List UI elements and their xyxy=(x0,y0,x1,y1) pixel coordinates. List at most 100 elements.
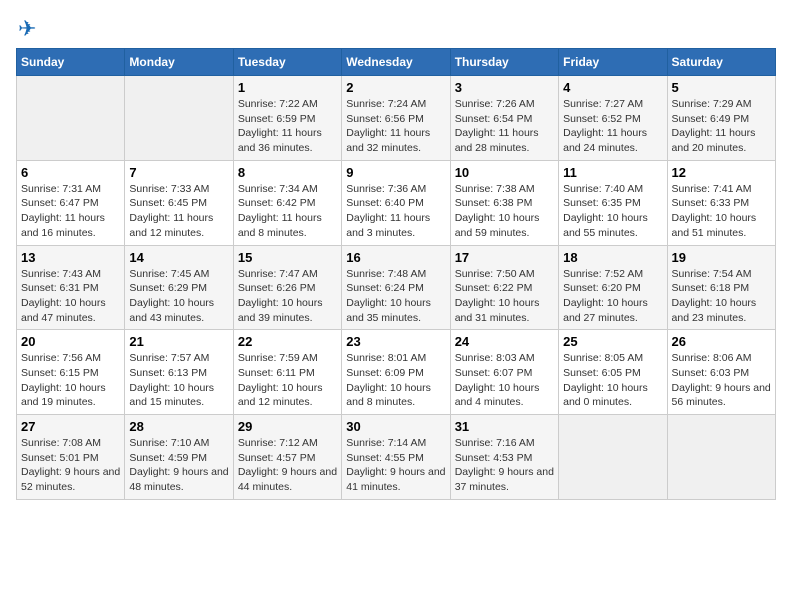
day-number: 12 xyxy=(672,165,771,180)
calendar-cell: 1Sunrise: 7:22 AM Sunset: 6:59 PM Daylig… xyxy=(233,76,341,161)
calendar-cell: 18Sunrise: 7:52 AM Sunset: 6:20 PM Dayli… xyxy=(559,245,667,330)
calendar-cell: 27 Sunrise: 7:08 AM Sunset: 5:01 PM Dayli… xyxy=(17,415,125,500)
day-info: Sunrise: 7:43 AM Sunset: 6:31 PM Dayligh… xyxy=(21,267,120,326)
calendar-cell: 5 Sunrise: 7:29 AM Sunset: 6:49 PM Daylig… xyxy=(667,76,775,161)
day-info: Sunrise: 7:14 AM Sunset: 4:55 PM Dayligh… xyxy=(346,436,445,495)
day-number: 5 xyxy=(672,80,771,95)
day-info: Sunrise: 7:34 AM Sunset: 6:42 PM Dayligh… xyxy=(238,182,337,241)
day-number: 10 xyxy=(455,165,554,180)
day-header-thursday: Thursday xyxy=(450,49,558,76)
week-row-1: 1Sunrise: 7:22 AM Sunset: 6:59 PM Daylig… xyxy=(17,76,776,161)
day-number: 27 xyxy=(21,419,120,434)
day-info: Sunrise: 7:33 AM Sunset: 6:45 PM Dayligh… xyxy=(129,182,228,241)
day-info: Sunrise: 7:29 AM Sunset: 6:49 PM Dayligh… xyxy=(672,97,771,156)
day-info: Sunrise: 7:16 AM Sunset: 4:53 PM Dayligh… xyxy=(455,436,554,495)
day-info: Sunrise: 7:41 AM Sunset: 6:33 PM Dayligh… xyxy=(672,182,771,241)
week-row-2: 6 Sunrise: 7:31 AM Sunset: 6:47 PM Daylig… xyxy=(17,160,776,245)
day-info: Sunrise: 7:56 AM Sunset: 6:15 PM Dayligh… xyxy=(21,351,120,410)
day-number: 18 xyxy=(563,250,662,265)
day-info: Sunrise: 7:59 AM Sunset: 6:11 PM Dayligh… xyxy=(238,351,337,410)
logo: ✈ xyxy=(16,16,36,38)
day-info: Sunrise: 7:48 AM Sunset: 6:24 PM Dayligh… xyxy=(346,267,445,326)
day-info: Sunrise: 7:26 AM Sunset: 6:54 PM Dayligh… xyxy=(455,97,554,156)
day-info: Sunrise: 7:50 AM Sunset: 6:22 PM Dayligh… xyxy=(455,267,554,326)
day-info: Sunrise: 7:12 AM Sunset: 4:57 PM Dayligh… xyxy=(238,436,337,495)
calendar-cell xyxy=(125,76,233,161)
day-info: Sunrise: 7:22 AM Sunset: 6:59 PM Dayligh… xyxy=(238,97,337,156)
day-number: 30 xyxy=(346,419,445,434)
day-number: 19 xyxy=(672,250,771,265)
calendar-cell: 26 Sunrise: 8:06 AM Sunset: 6:03 PM Dayli… xyxy=(667,330,775,415)
calendar-cell: 11Sunrise: 7:40 AM Sunset: 6:35 PM Dayli… xyxy=(559,160,667,245)
day-info: Sunrise: 7:54 AM Sunset: 6:18 PM Dayligh… xyxy=(672,267,771,326)
day-number: 23 xyxy=(346,334,445,349)
day-number: 4 xyxy=(563,80,662,95)
day-info: Sunrise: 7:36 AM Sunset: 6:40 PM Dayligh… xyxy=(346,182,445,241)
calendar-table: SundayMondayTuesdayWednesdayThursdayFrid… xyxy=(16,48,776,500)
calendar-cell: 3 Sunrise: 7:26 AM Sunset: 6:54 PM Daylig… xyxy=(450,76,558,161)
calendar-cell xyxy=(17,76,125,161)
day-header-monday: Monday xyxy=(125,49,233,76)
day-info: Sunrise: 8:01 AM Sunset: 6:09 PM Dayligh… xyxy=(346,351,445,410)
day-info: Sunrise: 7:45 AM Sunset: 6:29 PM Dayligh… xyxy=(129,267,228,326)
calendar-cell: 4 Sunrise: 7:27 AM Sunset: 6:52 PM Daylig… xyxy=(559,76,667,161)
calendar-cell: 29 Sunrise: 7:12 AM Sunset: 4:57 PM Dayli… xyxy=(233,415,341,500)
day-number: 29 xyxy=(238,419,337,434)
calendar-cell: 28 Sunrise: 7:10 AM Sunset: 4:59 PM Dayli… xyxy=(125,415,233,500)
calendar-cell: 17 Sunrise: 7:50 AM Sunset: 6:22 PM Dayli… xyxy=(450,245,558,330)
calendar-cell: 16 Sunrise: 7:48 AM Sunset: 6:24 PM Dayli… xyxy=(342,245,450,330)
day-info: Sunrise: 8:03 AM Sunset: 6:07 PM Dayligh… xyxy=(455,351,554,410)
day-number: 13 xyxy=(21,250,120,265)
day-number: 6 xyxy=(21,165,120,180)
day-number: 25 xyxy=(563,334,662,349)
day-info: Sunrise: 7:57 AM Sunset: 6:13 PM Dayligh… xyxy=(129,351,228,410)
week-row-4: 20Sunrise: 7:56 AM Sunset: 6:15 PM Dayli… xyxy=(17,330,776,415)
calendar-cell: 19 Sunrise: 7:54 AM Sunset: 6:18 PM Dayli… xyxy=(667,245,775,330)
calendar-cell: 12 Sunrise: 7:41 AM Sunset: 6:33 PM Dayli… xyxy=(667,160,775,245)
day-number: 3 xyxy=(455,80,554,95)
calendar-cell: 22 Sunrise: 7:59 AM Sunset: 6:11 PM Dayli… xyxy=(233,330,341,415)
day-info: Sunrise: 7:47 AM Sunset: 6:26 PM Dayligh… xyxy=(238,267,337,326)
day-info: Sunrise: 7:40 AM Sunset: 6:35 PM Dayligh… xyxy=(563,182,662,241)
day-info: Sunrise: 7:31 AM Sunset: 6:47 PM Dayligh… xyxy=(21,182,120,241)
calendar-cell: 10Sunrise: 7:38 AM Sunset: 6:38 PM Dayli… xyxy=(450,160,558,245)
week-row-3: 13 Sunrise: 7:43 AM Sunset: 6:31 PM Dayli… xyxy=(17,245,776,330)
calendar-cell xyxy=(559,415,667,500)
day-header-wednesday: Wednesday xyxy=(342,49,450,76)
day-number: 16 xyxy=(346,250,445,265)
day-info: Sunrise: 7:10 AM Sunset: 4:59 PM Dayligh… xyxy=(129,436,228,495)
calendar-cell: 24 Sunrise: 8:03 AM Sunset: 6:07 PM Dayli… xyxy=(450,330,558,415)
day-number: 7 xyxy=(129,165,228,180)
calendar-cell: 25 Sunrise: 8:05 AM Sunset: 6:05 PM Dayli… xyxy=(559,330,667,415)
week-row-5: 27 Sunrise: 7:08 AM Sunset: 5:01 PM Dayli… xyxy=(17,415,776,500)
day-number: 2 xyxy=(346,80,445,95)
calendar-cell: 15Sunrise: 7:47 AM Sunset: 6:26 PM Dayli… xyxy=(233,245,341,330)
day-number: 14 xyxy=(129,250,228,265)
calendar-cell: 9 Sunrise: 7:36 AM Sunset: 6:40 PM Daylig… xyxy=(342,160,450,245)
day-header-sunday: Sunday xyxy=(17,49,125,76)
calendar-cell: 14 Sunrise: 7:45 AM Sunset: 6:29 PM Dayli… xyxy=(125,245,233,330)
logo-bird-icon: ✈ xyxy=(18,16,36,42)
day-number: 9 xyxy=(346,165,445,180)
day-number: 24 xyxy=(455,334,554,349)
calendar-cell: 8 Sunrise: 7:34 AM Sunset: 6:42 PM Daylig… xyxy=(233,160,341,245)
calendar-cell: 23 Sunrise: 8:01 AM Sunset: 6:09 PM Dayli… xyxy=(342,330,450,415)
days-header-row: SundayMondayTuesdayWednesdayThursdayFrid… xyxy=(17,49,776,76)
day-number: 17 xyxy=(455,250,554,265)
calendar-cell xyxy=(667,415,775,500)
day-number: 22 xyxy=(238,334,337,349)
calendar-cell: 2Sunrise: 7:24 AM Sunset: 6:56 PM Daylig… xyxy=(342,76,450,161)
day-info: Sunrise: 8:06 AM Sunset: 6:03 PM Dayligh… xyxy=(672,351,771,410)
day-header-tuesday: Tuesday xyxy=(233,49,341,76)
day-info: Sunrise: 7:08 AM Sunset: 5:01 PM Dayligh… xyxy=(21,436,120,495)
day-number: 26 xyxy=(672,334,771,349)
day-info: Sunrise: 8:05 AM Sunset: 6:05 PM Dayligh… xyxy=(563,351,662,410)
day-number: 28 xyxy=(129,419,228,434)
calendar-cell: 13 Sunrise: 7:43 AM Sunset: 6:31 PM Dayli… xyxy=(17,245,125,330)
day-info: Sunrise: 7:27 AM Sunset: 6:52 PM Dayligh… xyxy=(563,97,662,156)
day-number: 8 xyxy=(238,165,337,180)
calendar-cell: 31Sunrise: 7:16 AM Sunset: 4:53 PM Dayli… xyxy=(450,415,558,500)
calendar-cell: 30 Sunrise: 7:14 AM Sunset: 4:55 PM Dayli… xyxy=(342,415,450,500)
calendar-cell: 20Sunrise: 7:56 AM Sunset: 6:15 PM Dayli… xyxy=(17,330,125,415)
calendar-cell: 7 Sunrise: 7:33 AM Sunset: 6:45 PM Daylig… xyxy=(125,160,233,245)
